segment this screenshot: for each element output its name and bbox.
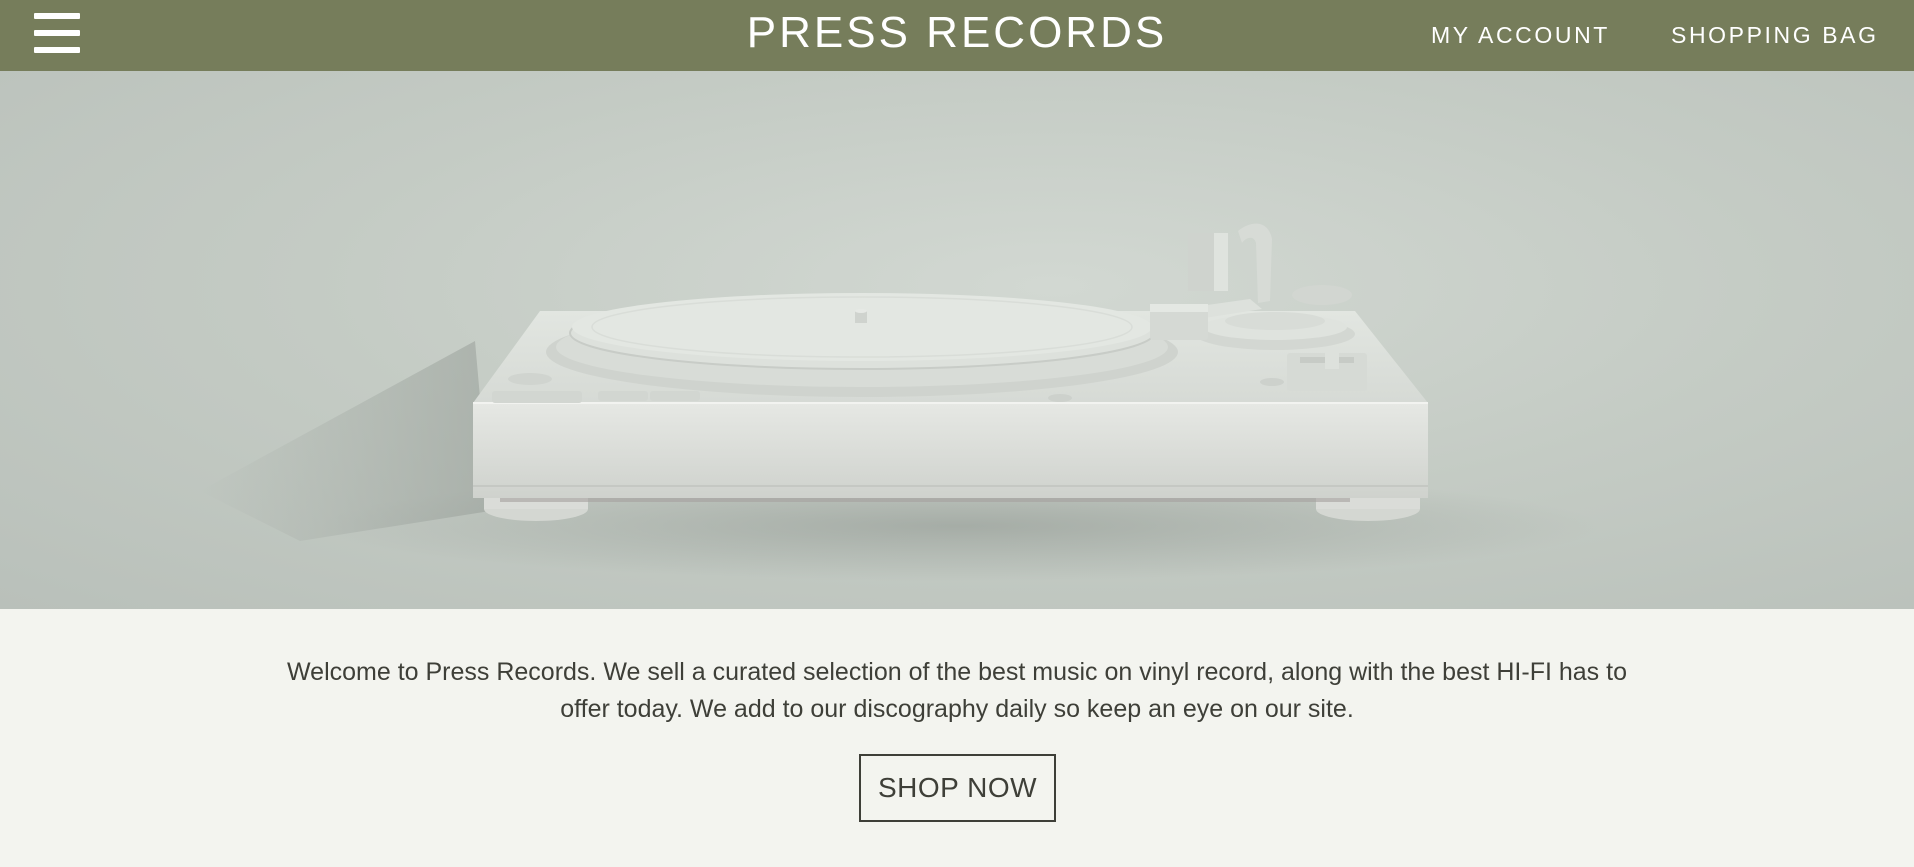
shopping-bag-link[interactable]: SHOPPING BAG [1671, 21, 1879, 49]
menu-line [34, 13, 80, 19]
turntable-illustration [200, 223, 1600, 581]
shop-now-button[interactable]: SHOP NOW [859, 754, 1056, 822]
top-navigation-bar: PRESS RECORDS MY ACCOUNT SHOPPING BAG [0, 0, 1914, 71]
menu-line [34, 30, 80, 36]
brand-title: PRESS RECORDS [0, 8, 1914, 58]
hamburger-menu-icon[interactable] [34, 12, 80, 54]
my-account-link[interactable]: MY ACCOUNT [1431, 21, 1610, 49]
hero-image [0, 71, 1914, 609]
brand-link[interactable]: PRESS RECORDS [747, 8, 1167, 57]
menu-line [34, 47, 80, 53]
intro-paragraph: Welcome to Press Records. We sell a cura… [287, 658, 1627, 723]
